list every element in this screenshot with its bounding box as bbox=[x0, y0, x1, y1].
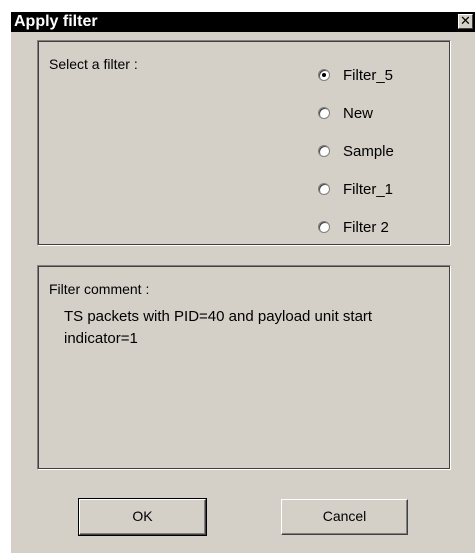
radio-label: New bbox=[343, 104, 374, 122]
radio-button-icon[interactable] bbox=[318, 221, 330, 233]
radio-option-filter-1[interactable]: Filter_1 bbox=[318, 179, 393, 199]
radio-button-icon[interactable] bbox=[318, 107, 330, 119]
filter-comment-text: TS packets with PID=40 and payload unit … bbox=[64, 308, 373, 347]
cancel-button[interactable]: Cancel bbox=[281, 499, 408, 535]
radio-option-filter-2[interactable]: Filter 2 bbox=[318, 217, 389, 237]
window-title: Apply filter bbox=[14, 13, 98, 30]
radio-label: Filter_5 bbox=[343, 66, 394, 84]
radio-button-icon[interactable] bbox=[318, 69, 330, 81]
filter-comment-label: Filter comment : bbox=[49, 281, 150, 297]
radio-option-new[interactable]: New bbox=[318, 103, 373, 123]
ok-button[interactable]: OK bbox=[78, 498, 207, 536]
close-button[interactable]: ✕ bbox=[458, 14, 473, 29]
radio-button-icon[interactable] bbox=[318, 145, 330, 157]
radio-option-filter-5[interactable]: Filter_5 bbox=[318, 65, 393, 85]
select-filter-label: Select a filter : bbox=[49, 56, 138, 72]
radio-option-sample[interactable]: Sample bbox=[318, 141, 394, 161]
radio-label: Filter_1 bbox=[343, 180, 394, 198]
title-bar[interactable]: Apply filter ✕ bbox=[11, 12, 475, 32]
filter-comment-group: Filter comment : TS packets with PID=40 … bbox=[37, 265, 451, 470]
radio-button-icon[interactable] bbox=[318, 183, 330, 195]
radio-label: Sample bbox=[343, 142, 394, 160]
select-filter-group: Select a filter : Filter_5 New Sample Fi… bbox=[37, 40, 451, 246]
apply-filter-dialog: Apply filter ✕ Select a filter : Filter_… bbox=[11, 12, 475, 553]
close-icon: ✕ bbox=[460, 13, 471, 28]
radio-label: Filter 2 bbox=[343, 218, 389, 236]
